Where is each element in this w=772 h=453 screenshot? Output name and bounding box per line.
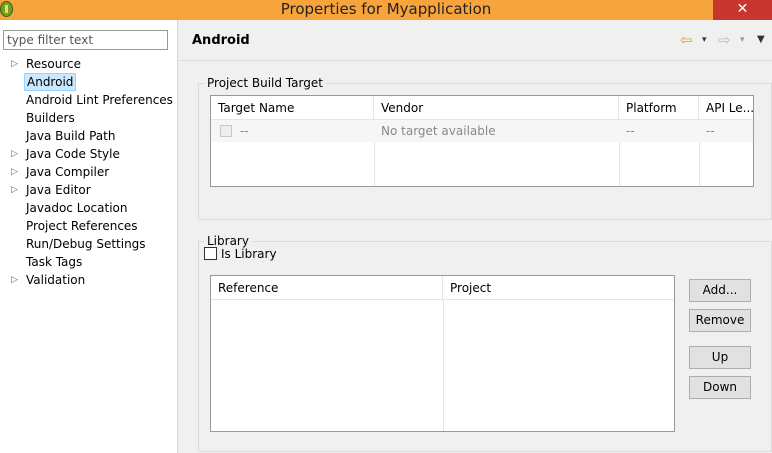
tree-item-android-lint[interactable]: Android Lint Preferences <box>0 91 178 109</box>
column-header-api-level[interactable]: API Le... <box>699 96 755 120</box>
tree-item-label: Java Build Path <box>26 129 116 143</box>
column-header-platform[interactable]: Platform <box>619 96 699 120</box>
page-title: Android <box>192 33 250 48</box>
tree-item-resource[interactable]: ▷ Resource <box>0 55 178 73</box>
tree-item-label: Builders <box>26 111 75 125</box>
property-tree: ▷ Resource Android Android Lint Preferenc… <box>0 55 178 289</box>
expand-arrow-icon[interactable]: ▷ <box>11 163 21 181</box>
filter-input[interactable] <box>3 30 168 50</box>
tree-item-label: Java Code Style <box>26 147 120 161</box>
back-dropdown-icon[interactable]: ▾ <box>702 32 707 48</box>
tree-item-task-tags[interactable]: Task Tags <box>0 253 178 271</box>
library-table[interactable]: Reference Project <box>210 275 675 432</box>
tree-item-label: Resource <box>26 57 82 71</box>
is-library-checkbox[interactable] <box>204 247 217 260</box>
forward-arrow-icon[interactable]: ⇨ <box>718 32 731 48</box>
tree-item-label: Javadoc Location <box>26 201 128 215</box>
vendor-cell: No target available <box>381 124 496 138</box>
sidebar: ▷ Resource Android Android Lint Preferenc… <box>0 20 178 453</box>
tree-item-label: Java Compiler <box>26 165 110 179</box>
tree-item-label: Run/Debug Settings <box>26 237 146 251</box>
back-arrow-icon[interactable]: ⇦ <box>680 32 693 48</box>
tree-item-javadoc-location[interactable]: Javadoc Location <box>0 199 178 217</box>
page-header: Android ⇦ ▾ ⇨ ▾ ▼ <box>179 20 772 61</box>
main-panel: Android ⇦ ▾ ⇨ ▾ ▼ Project Build Target T… <box>179 20 772 453</box>
tree-item-run-debug-settings[interactable]: Run/Debug Settings <box>0 235 178 253</box>
view-menu-icon[interactable]: ▼ <box>757 32 765 48</box>
library-header: Reference Project <box>211 276 674 300</box>
build-target-header: Target Name Vendor Platform API Le... <box>211 96 755 120</box>
up-button[interactable]: Up <box>689 346 751 369</box>
remove-button[interactable]: Remove <box>689 309 751 332</box>
close-icon: ✕ <box>736 1 749 17</box>
column-header-vendor[interactable]: Vendor <box>374 96 619 120</box>
tree-item-java-code-style[interactable]: ▷ Java Code Style <box>0 145 178 163</box>
column-divider <box>443 300 444 431</box>
expand-arrow-icon[interactable]: ▷ <box>11 181 21 199</box>
target-checkbox <box>220 125 232 137</box>
tree-item-project-references[interactable]: Project References <box>0 217 178 235</box>
tree-item-label: Task Tags <box>26 255 83 269</box>
expand-arrow-icon[interactable]: ▷ <box>11 55 21 73</box>
build-target-legend: Project Build Target <box>207 76 323 90</box>
forward-dropdown-icon[interactable]: ▾ <box>740 32 745 48</box>
tree-item-java-build-path[interactable]: Java Build Path <box>0 127 178 145</box>
column-header-target-name[interactable]: Target Name <box>211 96 374 120</box>
tree-item-java-editor[interactable]: ▷ Java Editor <box>0 181 178 199</box>
build-target-table[interactable]: Target Name Vendor Platform API Le... --… <box>210 95 754 187</box>
expand-arrow-icon[interactable]: ▷ <box>11 145 21 163</box>
is-library-label[interactable]: Is Library <box>221 246 277 262</box>
add-button[interactable]: Add... <box>689 279 751 302</box>
tree-item-validation[interactable]: ▷ Validation <box>0 271 178 289</box>
platform-cell: -- <box>626 124 635 138</box>
tree-item-label: Validation <box>26 273 86 287</box>
column-header-project[interactable]: Project <box>443 276 676 300</box>
tree-item-java-compiler[interactable]: ▷ Java Compiler <box>0 163 178 181</box>
tree-item-label: Java Editor <box>26 183 91 197</box>
title-bar: Properties for Myapplication ✕ <box>0 0 772 20</box>
tree-item-label: Android <box>24 73 77 91</box>
target-name-cell: -- <box>240 124 249 138</box>
down-button[interactable]: Down <box>689 376 751 399</box>
tree-item-builders[interactable]: Builders <box>0 109 178 127</box>
table-row[interactable]: -- No target available -- -- <box>211 120 753 142</box>
window-title: Properties for Myapplication <box>280 0 492 18</box>
tree-item-label: Project References <box>26 219 138 233</box>
tree-item-android[interactable]: Android <box>0 73 178 91</box>
api-level-cell: -- <box>706 124 715 138</box>
close-button[interactable]: ✕ <box>713 0 772 20</box>
tree-item-label: Android Lint Preferences <box>26 93 173 107</box>
column-header-reference[interactable]: Reference <box>211 276 443 300</box>
expand-arrow-icon[interactable]: ▷ <box>11 271 21 289</box>
